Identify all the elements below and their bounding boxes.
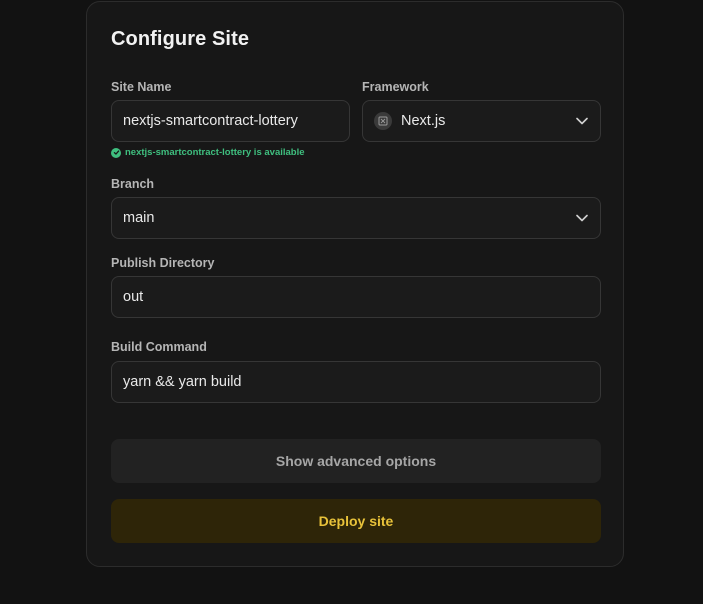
branch-label: Branch	[111, 177, 155, 191]
branch-select[interactable]: main	[111, 197, 601, 239]
chevron-down-icon	[575, 211, 589, 225]
framework-select[interactable]: Next.js	[362, 100, 601, 142]
branch-value: main	[123, 210, 155, 226]
publish-directory-field[interactable]: out	[111, 276, 601, 318]
chevron-down-icon	[575, 114, 589, 128]
site-name-field[interactable]: nextjs-smartcontract-lottery	[111, 100, 350, 142]
framework-value: Next.js	[401, 113, 446, 129]
site-name-label: Site Name	[111, 80, 172, 94]
page-title: Configure Site	[111, 28, 250, 50]
availability-text: nextjs-smartcontract-lottery is availabl…	[125, 147, 305, 158]
build-command-label: Build Command	[111, 340, 207, 354]
build-command-value: yarn && yarn build	[123, 374, 242, 390]
framework-label: Framework	[362, 80, 429, 94]
publish-directory-value: out	[123, 289, 144, 305]
availability-message: nextjs-smartcontract-lottery is availabl…	[111, 147, 305, 158]
site-name-value: nextjs-smartcontract-lottery	[123, 113, 298, 129]
build-command-field[interactable]: yarn && yarn build	[111, 361, 601, 403]
configure-site-card: Configure Site Site Name nextjs-smartcon…	[86, 1, 624, 567]
check-circle-icon	[111, 147, 121, 158]
publish-directory-label: Publish Directory	[111, 256, 215, 270]
deploy-site-button[interactable]: Deploy site	[111, 499, 601, 543]
show-advanced-options-button[interactable]: Show advanced options	[111, 439, 601, 483]
nextjs-icon	[374, 112, 392, 130]
